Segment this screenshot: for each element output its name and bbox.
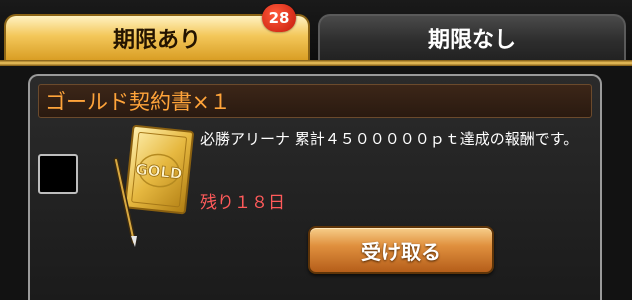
count-badge: 28 — [262, 4, 296, 32]
receive-button[interactable]: 受け取る — [308, 226, 494, 274]
select-checkbox[interactable] — [38, 154, 78, 194]
receive-button-label: 受け取る — [361, 239, 441, 264]
remaining-days: 残り１８日 — [200, 193, 285, 213]
tab-no-deadline-label: 期限なし — [427, 28, 516, 53]
item-panel: ゴールド契約書×１ GOLD 必勝アリーナ 累計４５０００００ｐｔ達成の報酬です… — [28, 74, 602, 300]
tab-divider — [0, 60, 632, 66]
item-description: 必勝アリーナ 累計４５０００００ｐｔ達成の報酬です。 — [200, 130, 579, 148]
gold-contract-icon: GOLD — [113, 124, 194, 247]
tab-no-deadline[interactable]: 期限なし — [318, 14, 626, 60]
tab-bar: 期限あり 28 期限なし — [0, 0, 632, 60]
tab-with-deadline-label: 期限あり — [112, 28, 201, 53]
item-title: ゴールド契約書×１ — [38, 84, 592, 118]
